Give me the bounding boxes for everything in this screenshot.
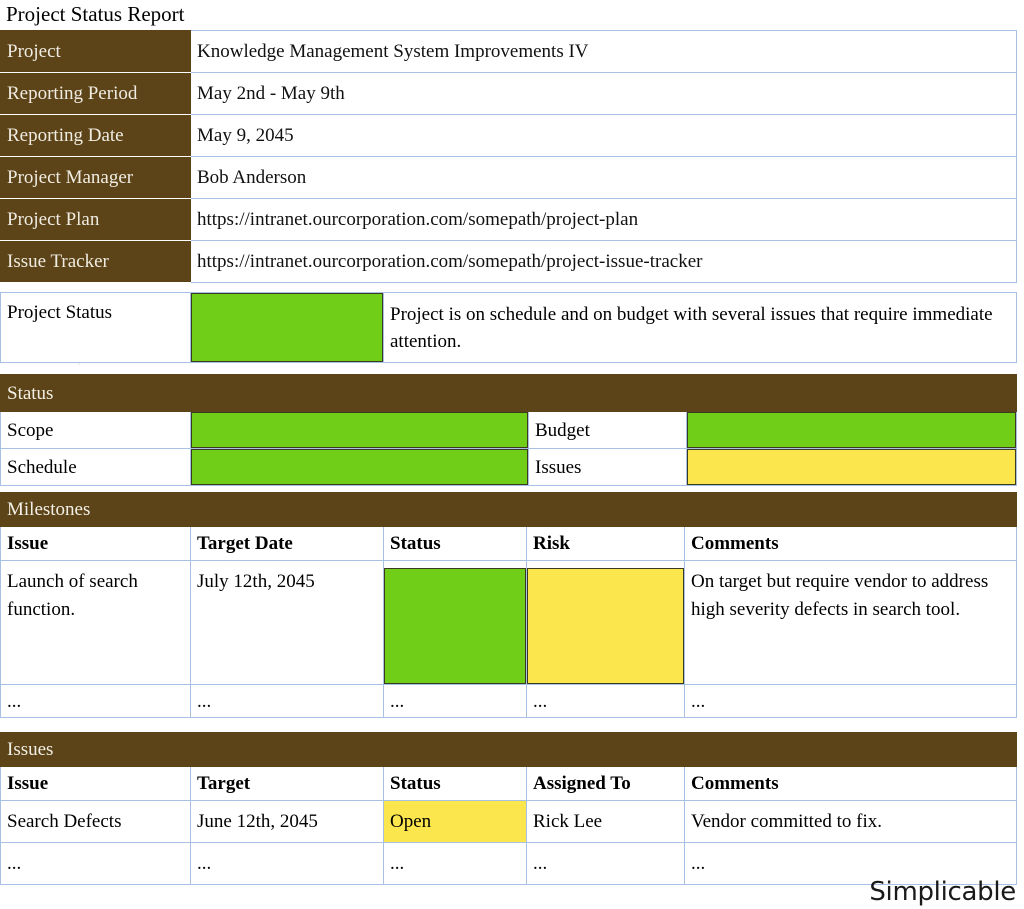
section-header-issues: Issues <box>0 732 1017 767</box>
table-row: Launch of search function. July 12th, 20… <box>0 560 1018 685</box>
status-swatch-green <box>384 568 526 684</box>
section-heading: Issues <box>0 732 1017 767</box>
section-header-milestones: Milestones <box>0 492 1018 527</box>
table-row: Schedule Issues <box>0 448 1018 486</box>
info-label: Project <box>0 30 191 73</box>
table-row: Issue Tracker https://intranet.ourcorpor… <box>0 240 1017 283</box>
column-header: Status <box>383 526 527 561</box>
table-row: Project Status Project is on schedule an… <box>0 292 1017 363</box>
issue-assigned-to: ... <box>526 842 685 885</box>
status-section-table: Status Scope Budget Schedule Issues <box>0 374 1018 486</box>
column-header: Issue <box>0 526 191 561</box>
project-status-description: Project is on schedule and on budget wit… <box>383 292 1017 363</box>
info-label: Reporting Date <box>0 114 191 157</box>
table-header-row: Issue Target Date Status Risk Comments <box>0 526 1018 561</box>
issue-tracker-link[interactable]: https://intranet.ourcorporation.com/some… <box>190 240 1017 283</box>
page-title: Project Status Report <box>6 2 185 26</box>
milestone-risk-indicator <box>526 560 685 685</box>
status-item-label-budget: Budget <box>528 411 687 449</box>
milestone-status-indicator <box>383 560 527 685</box>
issue-target: June 12th, 2045 <box>190 800 384 843</box>
issues-table: Issues Issue Target Status Assigned To C… <box>0 732 1017 885</box>
column-header: Status <box>383 766 527 801</box>
table-row: Project Knowledge Management System Impr… <box>0 30 1017 73</box>
status-item-label-scope: Scope <box>0 411 191 449</box>
milestone-issue: ... <box>0 684 191 718</box>
project-status-label: Project Status <box>0 292 191 363</box>
issue-comments: Vendor committed to fix. <box>684 800 1017 843</box>
status-item-label-schedule: Schedule <box>0 448 191 486</box>
milestone-risk: ... <box>526 684 685 718</box>
status-item-indicator-scope <box>190 411 529 449</box>
status-swatch-green <box>191 449 528 485</box>
issue-status-badge: ... <box>383 842 527 885</box>
milestone-comments: ... <box>683 684 1018 718</box>
column-header: Assigned To <box>526 766 685 801</box>
status-swatch-green <box>687 412 1017 448</box>
section-heading: Status <box>0 374 1018 412</box>
info-value: Knowledge Management System Improvements… <box>190 30 1017 73</box>
info-label: Project Plan <box>0 198 191 241</box>
project-plan-link[interactable]: https://intranet.ourcorporation.com/some… <box>190 198 1017 241</box>
project-info-table: Project Knowledge Management System Impr… <box>0 30 1017 283</box>
issue-target: ... <box>190 842 384 885</box>
info-label: Reporting Period <box>0 72 191 115</box>
status-item-indicator-schedule <box>190 448 529 486</box>
table-header-row: Issue Target Status Assigned To Comments <box>0 766 1017 801</box>
milestones-table: Milestones Issue Target Date Status Risk… <box>0 492 1018 718</box>
project-status-report-page: Simplicable Simplicable Simplicable Proj… <box>0 0 1024 909</box>
info-value: Bob Anderson <box>190 156 1017 199</box>
table-row: ... ... ... ... ... <box>0 684 1018 718</box>
status-swatch-yellow <box>687 449 1017 485</box>
issue-name: Search Defects <box>0 800 191 843</box>
column-header: Target <box>190 766 384 801</box>
issue-name: ... <box>0 842 191 885</box>
project-status-indicator <box>190 292 384 363</box>
table-row: Reporting Period May 2nd - May 9th <box>0 72 1017 115</box>
info-label: Issue Tracker <box>0 240 191 283</box>
info-value: May 9, 2045 <box>190 114 1017 157</box>
status-swatch-green <box>191 293 383 362</box>
simplicable-logo: Simplicable <box>869 877 1016 907</box>
section-heading: Milestones <box>0 492 1018 527</box>
column-header: Issue <box>0 766 191 801</box>
table-row: Scope Budget <box>0 411 1018 449</box>
status-item-indicator-issues <box>685 448 1018 486</box>
table-row: Search Defects June 12th, 2045 Open Rick… <box>0 800 1017 843</box>
column-header: Target Date <box>190 526 384 561</box>
status-item-label-issues: Issues <box>528 448 687 486</box>
table-row: Project Manager Bob Anderson <box>0 156 1017 199</box>
status-swatch-green <box>191 412 528 448</box>
section-header-status: Status <box>0 374 1018 412</box>
column-header: Risk <box>526 526 685 561</box>
milestone-target-date: July 12th, 2045 <box>190 560 384 685</box>
status-swatch-yellow <box>527 568 684 684</box>
table-row: ... ... ... ... ... <box>0 842 1017 885</box>
info-label: Project Manager <box>0 156 191 199</box>
project-status-block: Project Status Project is on schedule an… <box>0 292 1017 363</box>
milestone-status: ... <box>383 684 527 718</box>
issue-assigned-to: Rick Lee <box>526 800 685 843</box>
milestone-comments: On target but require vendor to address … <box>683 560 1018 685</box>
column-header: Comments <box>684 766 1017 801</box>
table-row: Project Plan https://intranet.ourcorpora… <box>0 198 1017 241</box>
status-item-indicator-budget <box>685 411 1018 449</box>
table-row: Reporting Date May 9, 2045 <box>0 114 1017 157</box>
milestone-issue: Launch of search function. <box>0 560 191 685</box>
issue-status-badge: Open <box>383 800 527 843</box>
info-value: May 2nd - May 9th <box>190 72 1017 115</box>
column-header: Comments <box>683 526 1018 561</box>
milestone-target-date: ... <box>190 684 384 718</box>
